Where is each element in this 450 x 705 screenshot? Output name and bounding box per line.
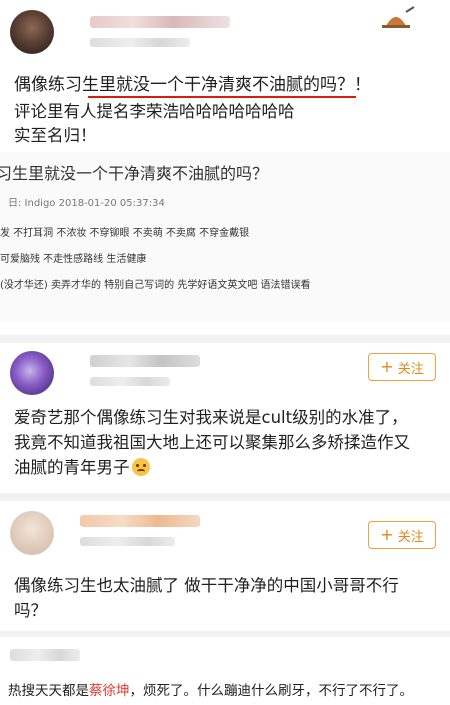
- caption-prefix: 热搜天天都是: [8, 683, 89, 699]
- screenshot-tags-2: 可爱脑残 不走性感路线 生活健康: [0, 254, 147, 265]
- post-text-line-1: 爱奇艺那个偶像练习生对我来说是cult级别的水准了，: [14, 408, 408, 427]
- screenshot-title: 习生里就没一个干净清爽不油腻的吗？: [0, 164, 269, 183]
- overlay-caption: 热搜天天都是蔡徐坤，烦死了。什么蹦迪什么刷牙，不行了不行了。: [8, 679, 413, 699]
- avatar[interactable]: [10, 511, 54, 555]
- post-text-line-2: 吗？: [14, 601, 47, 620]
- username-blurred[interactable]: [90, 355, 200, 367]
- post-text-line-2: 评论里有人提名李荣浩哈哈哈哈哈哈哈: [14, 102, 295, 121]
- follow-button[interactable]: + 关注: [368, 521, 436, 549]
- decoration-icon: [382, 6, 415, 28]
- caption-suffix: ，烦死了。什么蹦迪什么刷牙，不行了不行了。: [129, 683, 414, 699]
- plus-icon: +: [380, 357, 394, 376]
- screenshot-tags-3: (没才华还) 卖弄才华的 特别自己写词的 先学好语文英文吧 语法错误看: [0, 280, 311, 291]
- follow-button[interactable]: + 关注: [368, 353, 436, 381]
- avatar[interactable]: [10, 10, 54, 54]
- plus-icon: +: [380, 525, 394, 544]
- caption-highlight: 蔡徐坤: [89, 683, 130, 699]
- tired-face-emoji-icon: [131, 458, 150, 476]
- post-meta-blurred: [80, 537, 175, 546]
- follow-label: 关注: [397, 529, 424, 545]
- username-blurred[interactable]: [90, 16, 230, 28]
- divider: [0, 335, 450, 343]
- post-text-line-3: 实至名归！: [14, 126, 97, 145]
- underline-mark: [88, 96, 356, 98]
- screenshot-tags-1: 发 不打耳洞 不浓妆 不穿铆眼 不卖萌 不卖腐 不穿金戴银: [0, 228, 250, 239]
- post-card-3: + 关注 偶像练习生也太油腻了 做干干净净的中国小哥哥不行 吗？: [0, 501, 450, 631]
- divider: [0, 493, 450, 501]
- post-card-2: + 关注 爱奇艺那个偶像练习生对我来说是cult级别的水准了， 我竟不知道我祖国…: [0, 343, 450, 493]
- post-meta-blurred: [90, 38, 190, 47]
- post-text-line-3: 油腻的青年男子: [14, 455, 150, 480]
- avatar[interactable]: [10, 351, 54, 395]
- embedded-screenshot[interactable]: 习生里就没一个干净清爽不油腻的吗？ 日: Indigo 2018-01-20 0…: [0, 152, 450, 322]
- username-blurred[interactable]: [10, 649, 80, 661]
- screenshot-meta: 日: Indigo 2018-01-20 05:37:34: [8, 198, 165, 209]
- post-text-line-3-text: 油腻的青年男子: [14, 458, 130, 477]
- post-text-line-2: 我竟不知道我祖国大地上还可以聚集那么多矫揉造作又: [14, 433, 410, 452]
- post-text-line-1: 偶像练习生里就没一个干净清爽不油腻的吗？！: [14, 75, 371, 95]
- username-blurred[interactable]: [80, 515, 200, 527]
- post-text-line-1: 偶像练习生也太油腻了 做干干净净的中国小哥哥不行: [14, 576, 399, 595]
- post-meta-blurred: [90, 377, 170, 386]
- post-card-4-partial: 热搜天天都是蔡徐坤，烦死了。什么蹦迪什么刷牙，不行了不行了。: [0, 637, 450, 705]
- follow-label: 关注: [397, 361, 424, 377]
- post-card-1: 偶像练习生里就没一个干净清爽不油腻的吗？！ 评论里有人提名李荣浩哈哈哈哈哈哈哈 …: [0, 0, 450, 335]
